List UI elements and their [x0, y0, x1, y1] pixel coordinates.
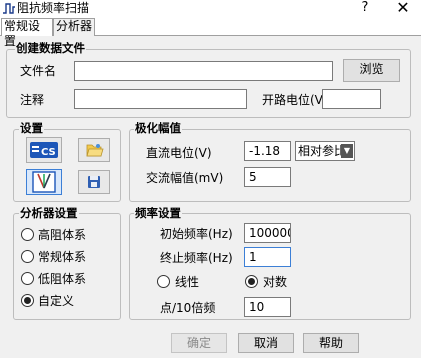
dc-potential-label: 直流电位(V)	[146, 146, 212, 160]
frequency-title: 频率设置	[134, 206, 182, 220]
tab-analyzer[interactable]: 分析器	[53, 18, 95, 36]
ocp-input[interactable]	[322, 89, 381, 109]
tab-general-settings[interactable]: 常规设置	[1, 18, 53, 48]
radio-custom-label[interactable]: 自定义	[38, 294, 74, 308]
polarization-group	[129, 129, 411, 202]
radio-low-impedance-label[interactable]: 低阻体系	[38, 272, 86, 286]
open-folder-button[interactable]	[78, 138, 110, 162]
radio-normal-label[interactable]: 常规体系	[38, 250, 86, 264]
filename-label: 文件名	[20, 64, 57, 78]
start-frequency-label: 初始频率(Hz)	[160, 227, 233, 241]
ac-amplitude-input[interactable]: 5	[244, 167, 291, 187]
reference-select-value: 相对参比	[298, 144, 347, 158]
chevron-down-icon[interactable]: ▼	[341, 144, 353, 158]
radio-high-impedance[interactable]	[21, 228, 34, 241]
end-frequency-label: 终止频率(Hz)	[160, 251, 233, 265]
window-title: 阻抗频率扫描	[17, 1, 90, 15]
save-disk-icon	[88, 176, 100, 188]
browse-button[interactable]: 浏览	[343, 59, 400, 82]
settings-title: 设置	[19, 121, 44, 135]
radio-linear-label[interactable]: 线性	[175, 275, 199, 289]
start-frequency-input[interactable]: 100000	[244, 223, 291, 243]
points-per-decade-label: 点/10倍频	[160, 301, 216, 315]
radio-custom[interactable]	[21, 294, 34, 307]
radio-linear[interactable]	[157, 275, 170, 288]
reference-select[interactable]: 相对参比 ▼	[295, 141, 355, 161]
dc-potential-input[interactable]: -1.18	[244, 141, 291, 161]
electrode-cell-icon	[32, 171, 56, 193]
radio-normal[interactable]	[21, 250, 34, 263]
radio-low-impedance[interactable]	[21, 272, 34, 285]
analyzer-title: 分析器设置	[19, 206, 79, 220]
cs-device-icon: CS	[30, 142, 58, 158]
comment-input[interactable]	[74, 89, 247, 109]
ac-amplitude-label: 交流幅值(mV)	[146, 171, 224, 185]
help-button[interactable]: 帮助	[303, 333, 359, 353]
help-icon[interactable]: ?	[358, 0, 372, 16]
polarization-title: 极化幅值	[134, 121, 182, 135]
filename-input[interactable]	[74, 61, 333, 81]
close-icon[interactable]: ✕	[395, 0, 411, 16]
create-file-title: 创建数据文件	[15, 41, 86, 55]
electrode-cell-button[interactable]	[26, 169, 62, 195]
open-folder-icon	[86, 144, 104, 157]
cancel-button[interactable]: 取消	[238, 333, 294, 353]
cs-icon-text: CS	[41, 147, 56, 158]
end-frequency-input[interactable]: 1	[244, 247, 291, 267]
save-button[interactable]	[78, 170, 110, 194]
waveform-icon	[3, 3, 15, 14]
ocp-label: 开路电位(V)	[262, 93, 328, 107]
points-per-decade-input[interactable]: 10	[244, 297, 291, 317]
radio-log[interactable]	[245, 275, 258, 288]
ok-button[interactable]: 确定	[171, 333, 227, 353]
cs-device-button[interactable]: CS	[26, 137, 62, 163]
comment-label: 注释	[20, 93, 45, 107]
radio-high-impedance-label[interactable]: 高阻体系	[38, 228, 86, 242]
radio-log-label[interactable]: 对数	[263, 275, 287, 289]
